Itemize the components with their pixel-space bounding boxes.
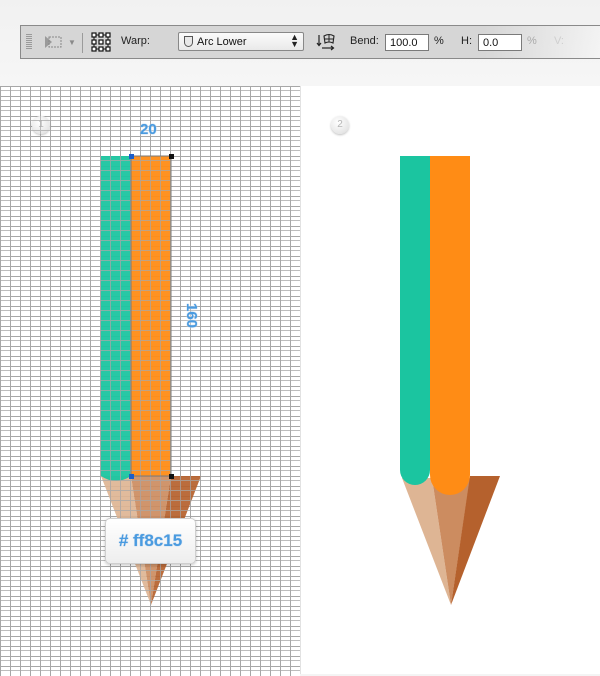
right-teal-stripe	[400, 156, 430, 485]
right-orange-stripe	[430, 156, 470, 495]
right-pencil-illustration	[400, 156, 500, 605]
